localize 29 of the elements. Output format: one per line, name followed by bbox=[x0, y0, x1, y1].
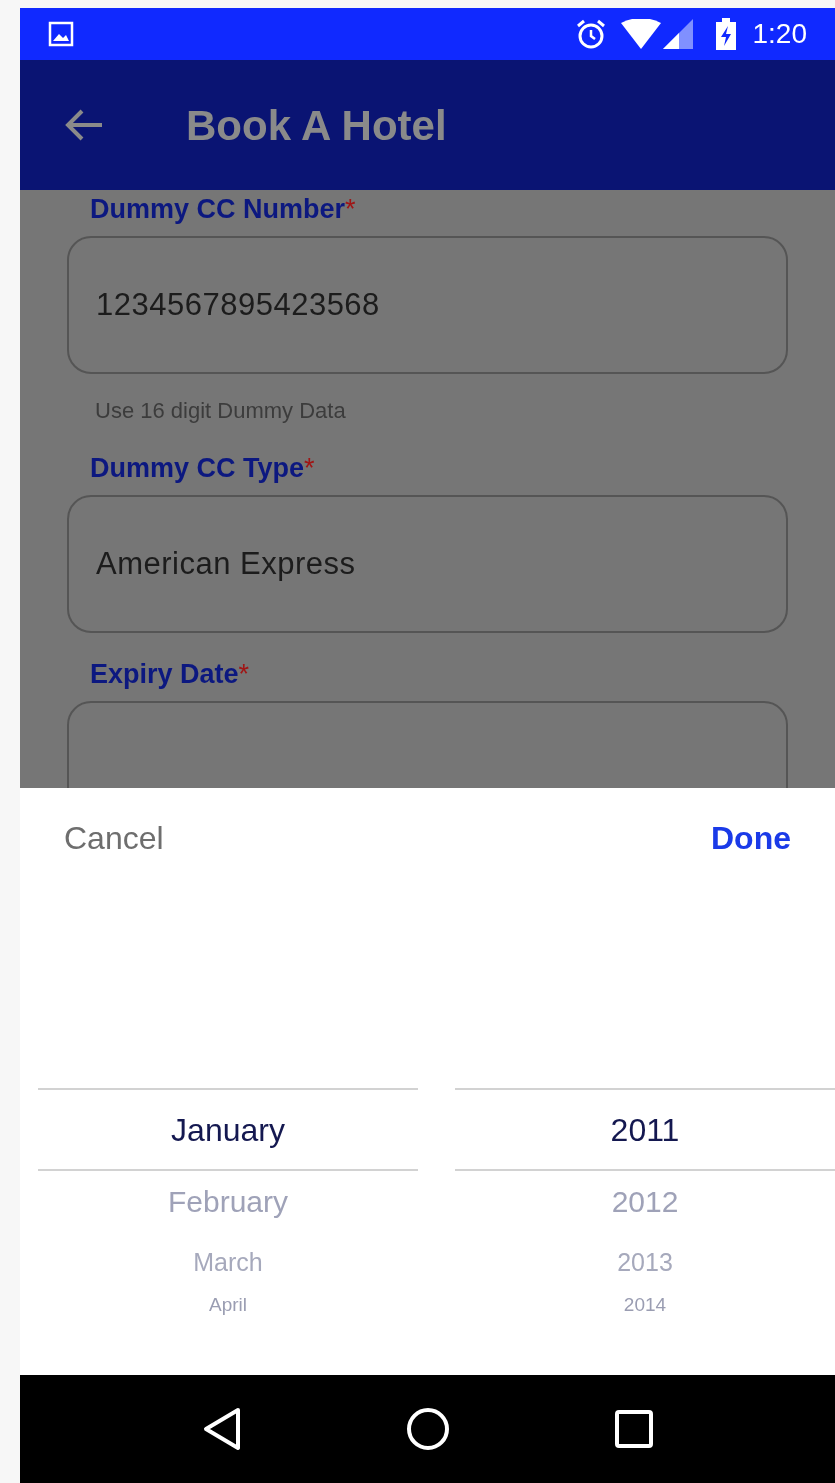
battery-icon bbox=[714, 18, 737, 50]
picker-option[interactable]: January bbox=[171, 1113, 285, 1146]
image-icon bbox=[48, 21, 74, 47]
done-button[interactable]: Done bbox=[711, 814, 791, 862]
recents-icon[interactable] bbox=[614, 1410, 653, 1448]
alarm-icon bbox=[574, 18, 607, 50]
picker-option[interactable]: 2013 bbox=[617, 1249, 673, 1275]
picker-option[interactable]: February bbox=[167, 1187, 288, 1217]
screen-title: Book A Hotel bbox=[186, 100, 447, 151]
picker-option[interactable]: March bbox=[193, 1249, 263, 1275]
picker-option[interactable]: 2014 bbox=[623, 1294, 667, 1314]
picker-option[interactable]: 2012 bbox=[611, 1187, 679, 1217]
field-hint: Use 16 digit Dummy Data bbox=[94, 397, 347, 425]
back-arrow-icon[interactable] bbox=[64, 108, 104, 142]
home-icon[interactable] bbox=[406, 1407, 451, 1451]
picker-option[interactable]: April bbox=[209, 1294, 247, 1314]
input-field[interactable]: American Express bbox=[67, 495, 788, 633]
signal-icon bbox=[662, 19, 693, 49]
field-label: Expiry Date bbox=[90, 658, 239, 691]
back-icon[interactable] bbox=[202, 1407, 243, 1451]
cancel-button[interactable]: Cancel bbox=[64, 814, 164, 862]
field-label: Dummy CC Type bbox=[90, 452, 305, 485]
required-mark: * bbox=[304, 452, 315, 485]
status-time: 1:20 bbox=[752, 17, 807, 51]
input-field[interactable]: 1234567895423568 bbox=[67, 236, 788, 374]
required-mark: * bbox=[345, 193, 356, 226]
picker-option[interactable]: 2011 bbox=[610, 1113, 680, 1146]
field-label: Dummy CC Number bbox=[90, 193, 346, 226]
required-mark: * bbox=[238, 658, 250, 691]
